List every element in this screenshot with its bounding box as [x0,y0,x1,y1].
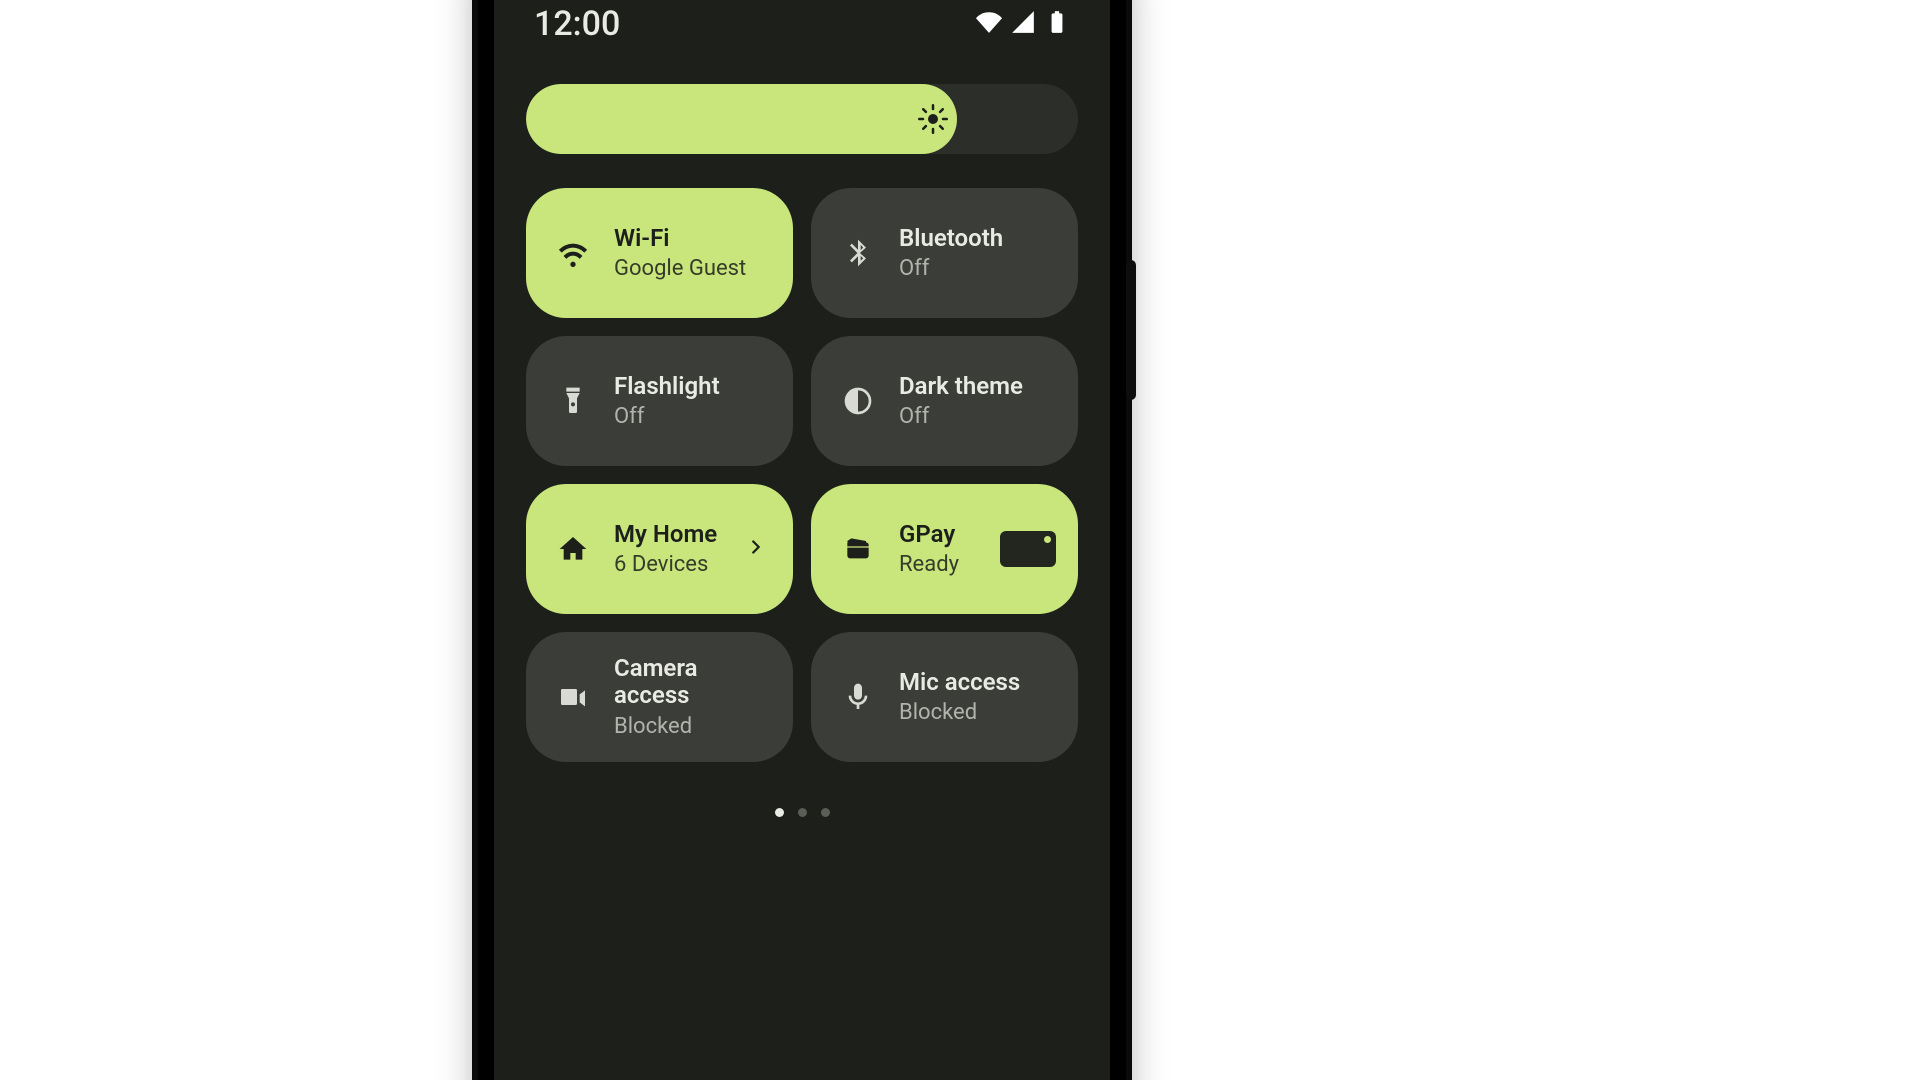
wallet-icon [839,530,877,568]
tile-title: Bluetooth [899,225,1003,253]
tile-title: Camera access [614,655,765,710]
battery-icon [1044,4,1070,44]
bluetooth-icon [839,234,877,272]
tile-sub: Off [614,404,720,429]
tile-title: GPay [899,521,959,549]
phone-frame: Tue, May 18 12:00 [478,0,1126,1080]
tile-camera-access[interactable]: Camera access Blocked [526,632,793,762]
tile-bluetooth[interactable]: Bluetooth Off [811,188,1078,318]
tile-sub: Off [899,404,1023,429]
tile-gpay[interactable]: GPay Ready [811,484,1078,614]
camera-icon [554,678,592,716]
tile-title: Flashlight [614,373,720,401]
status-bar: 12:00 [534,4,1070,44]
tile-sub: Google Guest [614,256,746,281]
tile-wifi[interactable]: Wi-Fi Google Guest [526,188,793,318]
page-dot[interactable] [821,808,830,817]
tile-title: My Home [614,521,717,549]
dark-theme-icon [839,382,877,420]
quick-settings-grid: Wi-Fi Google Guest Bluetooth Off [526,188,1078,762]
tile-sub: 6 Devices [614,552,717,577]
tile-title: Wi-Fi [614,225,746,253]
tile-mic-access[interactable]: Mic access Blocked [811,632,1078,762]
tile-my-home[interactable]: My Home 6 Devices [526,484,793,614]
page-dot[interactable] [798,808,807,817]
tile-title: Mic access [899,669,1020,697]
cell-signal-icon [1010,4,1036,44]
tile-dark-theme[interactable]: Dark theme Off [811,336,1078,466]
tile-sub: Off [899,256,1003,281]
tile-sub: Blocked [899,700,1020,725]
phone-screen: Tue, May 18 12:00 [494,0,1110,1080]
time-label: 12:00 [534,4,620,44]
wifi-icon [554,234,592,272]
mic-icon [839,678,877,716]
tile-flashlight[interactable]: Flashlight Off [526,336,793,466]
tile-sub: Ready [899,552,959,577]
home-icon [554,530,592,568]
flashlight-icon [554,382,592,420]
brightness-icon [918,104,948,134]
brightness-slider[interactable] [526,84,1078,154]
wifi-icon [976,4,1002,44]
page-indicator[interactable] [494,808,1110,817]
payment-card-icon [1000,531,1056,567]
tile-title: Dark theme [899,373,1023,401]
page-dot[interactable] [775,808,784,817]
chevron-right-icon [745,536,767,562]
tile-sub: Blocked [614,714,765,739]
